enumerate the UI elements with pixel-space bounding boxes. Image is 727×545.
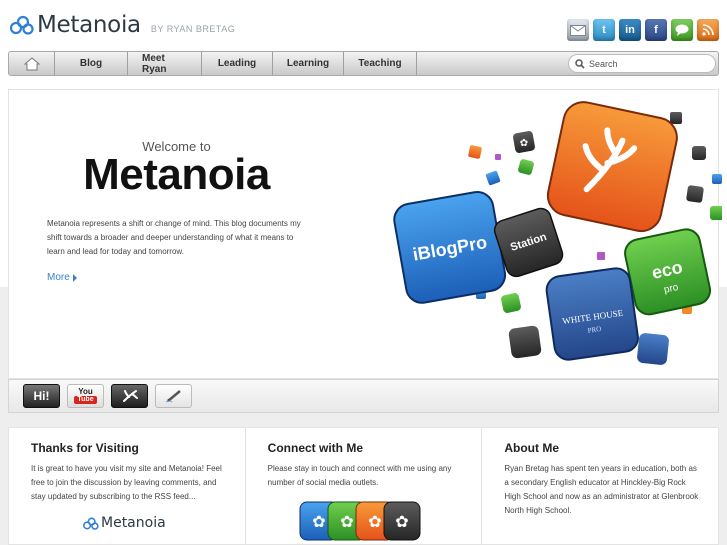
column-title: Connect with Me [267, 441, 364, 455]
logo-mark-icon [83, 517, 99, 530]
pencil-button[interactable] [155, 384, 192, 408]
small-app-icon [468, 145, 482, 159]
white-house-pro-app-icon: WHITE HOUSE PRO [545, 267, 639, 361]
header: Metanoia BY RYAN BRETAG t in f [0, 0, 727, 50]
home-icon [23, 56, 40, 70]
chevron-right-icon [72, 273, 77, 282]
byline: BY RYAN BRETAG [150, 24, 236, 34]
logo-text: Metanoia [37, 12, 141, 38]
small-app-icon [495, 154, 501, 160]
nav-item-meet-ryan[interactable]: Meet Ryan [128, 52, 202, 75]
svg-text:✿: ✿ [368, 514, 381, 531]
leaf-icon [122, 390, 138, 402]
iblogpro-app-icon: iBlogPro [393, 190, 507, 304]
nav-home-button[interactable] [9, 52, 55, 75]
hero-title: Metanoia [83, 150, 270, 199]
search-input[interactable] [589, 58, 709, 69]
youtube-button[interactable]: You Tube [67, 384, 104, 408]
nav-item-learning[interactable]: Learning [273, 52, 344, 75]
small-app-icon [501, 293, 521, 313]
svg-text:✿: ✿ [395, 514, 408, 531]
more-label: More [47, 272, 70, 283]
small-app-icon [692, 146, 706, 160]
small-app-icon [597, 252, 605, 260]
column-connect: Connect with Me Please stay in touch and… [246, 428, 483, 544]
column-text: It is great to have you visit my site an… [31, 464, 222, 501]
app-icons-illustration: ✿ iBlogPro Station eco pro WHITE HOUSE P… [393, 101, 722, 365]
small-app-icon [508, 325, 542, 359]
small-app-icon: ✿ [513, 131, 535, 153]
column-title: About Me [504, 441, 559, 455]
twitter-icon[interactable]: t [593, 19, 615, 41]
column-text: Please stay in touch and connect with me… [267, 464, 452, 487]
metanoia-app-icon [546, 101, 678, 233]
small-app-icon [712, 174, 722, 184]
small-app-icon [518, 159, 534, 175]
column-text: Ryan Bretag has spent ten years in educa… [504, 464, 699, 515]
svg-text:✿: ✿ [312, 514, 325, 531]
footer-logo-text: Metanoia [101, 515, 166, 531]
hero-panel: Welcome to Metanoia Metanoia represents … [8, 89, 722, 379]
youtube-tube-badge: Tube [74, 396, 97, 404]
small-app-icon [686, 185, 704, 203]
hi-button[interactable]: Hi! [23, 384, 60, 408]
eco-pro-app-icon: eco pro [624, 228, 712, 316]
search-icon [575, 58, 585, 69]
connect-app-icons: ✿ ✿ ✿ ✿ [299, 501, 421, 541]
small-app-icon [710, 206, 722, 220]
more-link[interactable]: More [47, 272, 77, 283]
email-icon[interactable] [567, 19, 589, 41]
facebook-icon[interactable]: f [645, 19, 667, 41]
main-nav: Blog Meet Ryan Leading Learning Teaching [8, 51, 719, 76]
footer-logo: Metanoia [83, 515, 166, 531]
search-box [568, 54, 716, 73]
column-thanks: Thanks for Visiting It is great to have … [9, 428, 246, 544]
info-columns: Thanks for Visiting It is great to have … [8, 427, 719, 545]
site-logo[interactable]: Metanoia BY RYAN BRETAG [10, 12, 235, 38]
small-app-icon [485, 170, 501, 186]
linkedin-icon[interactable]: in [619, 19, 641, 41]
small-app-icon [670, 112, 682, 124]
youtube-icon: You [78, 387, 93, 396]
media-toolbar: Hi! You Tube [8, 379, 719, 413]
leaf-button[interactable] [111, 384, 148, 408]
svg-text:✿: ✿ [520, 138, 528, 149]
chat-icon[interactable] [671, 19, 693, 41]
rss-icon[interactable] [697, 19, 719, 41]
nav-item-leading[interactable]: Leading [202, 52, 273, 75]
hi-icon: Hi! [33, 389, 50, 403]
pencil-icon [165, 390, 181, 403]
svg-text:✿: ✿ [340, 514, 353, 531]
logo-mark-icon [10, 15, 34, 35]
nav-item-blog[interactable]: Blog [55, 52, 128, 75]
column-about: About Me Ryan Bretag has spent ten years… [482, 428, 718, 544]
nav-item-teaching[interactable]: Teaching [344, 52, 417, 75]
hero-description: Metanoia represents a shift or change of… [47, 219, 301, 256]
column-title: Thanks for Visiting [31, 441, 139, 455]
small-app-icon [637, 333, 669, 365]
social-icons: t in f [567, 19, 719, 41]
